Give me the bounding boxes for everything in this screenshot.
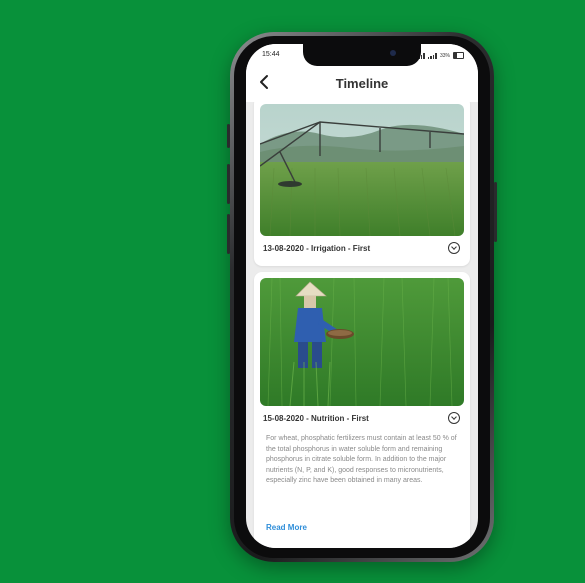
chevron-down-circle-icon[interactable]	[448, 412, 460, 424]
volume-up-button	[227, 164, 230, 204]
irrigation-photo	[260, 104, 464, 236]
status-indicators: 33%	[415, 52, 464, 59]
chevron-down-circle-icon[interactable]	[448, 242, 460, 254]
notch	[303, 44, 421, 66]
read-more-link[interactable]: Read More	[266, 523, 307, 532]
volume-down-button	[227, 214, 230, 254]
farmer-fertilizing-photo	[260, 278, 464, 406]
power-button	[494, 182, 497, 242]
app-header: Timeline	[246, 66, 478, 102]
timeline-list[interactable]: 13-08-2020 - Irrigation - First 15-08-20…	[246, 102, 478, 548]
battery-percentage: 33%	[439, 52, 450, 59]
timeline-card[interactable]: 15-08-2020 - Nutrition - First For wheat…	[254, 272, 470, 548]
mute-switch	[227, 124, 230, 148]
timeline-entry-title: 13-08-2020 - Irrigation - First	[263, 244, 371, 253]
status-time: 15:44	[262, 51, 280, 58]
phone-screen: 15:44 33% Timeline 13-08-2020 - Irrigati…	[246, 44, 478, 548]
camera-icon	[390, 50, 396, 56]
timeline-entry-description: For wheat, phosphatic fertilizers must c…	[266, 435, 457, 484]
page-title: Timeline	[335, 76, 389, 91]
signal-2-icon	[427, 52, 437, 59]
battery-icon	[453, 52, 464, 59]
timeline-card[interactable]: 13-08-2020 - Irrigation - First	[254, 102, 470, 266]
timeline-entry-title: 15-08-2020 - Nutrition - First	[263, 414, 369, 423]
